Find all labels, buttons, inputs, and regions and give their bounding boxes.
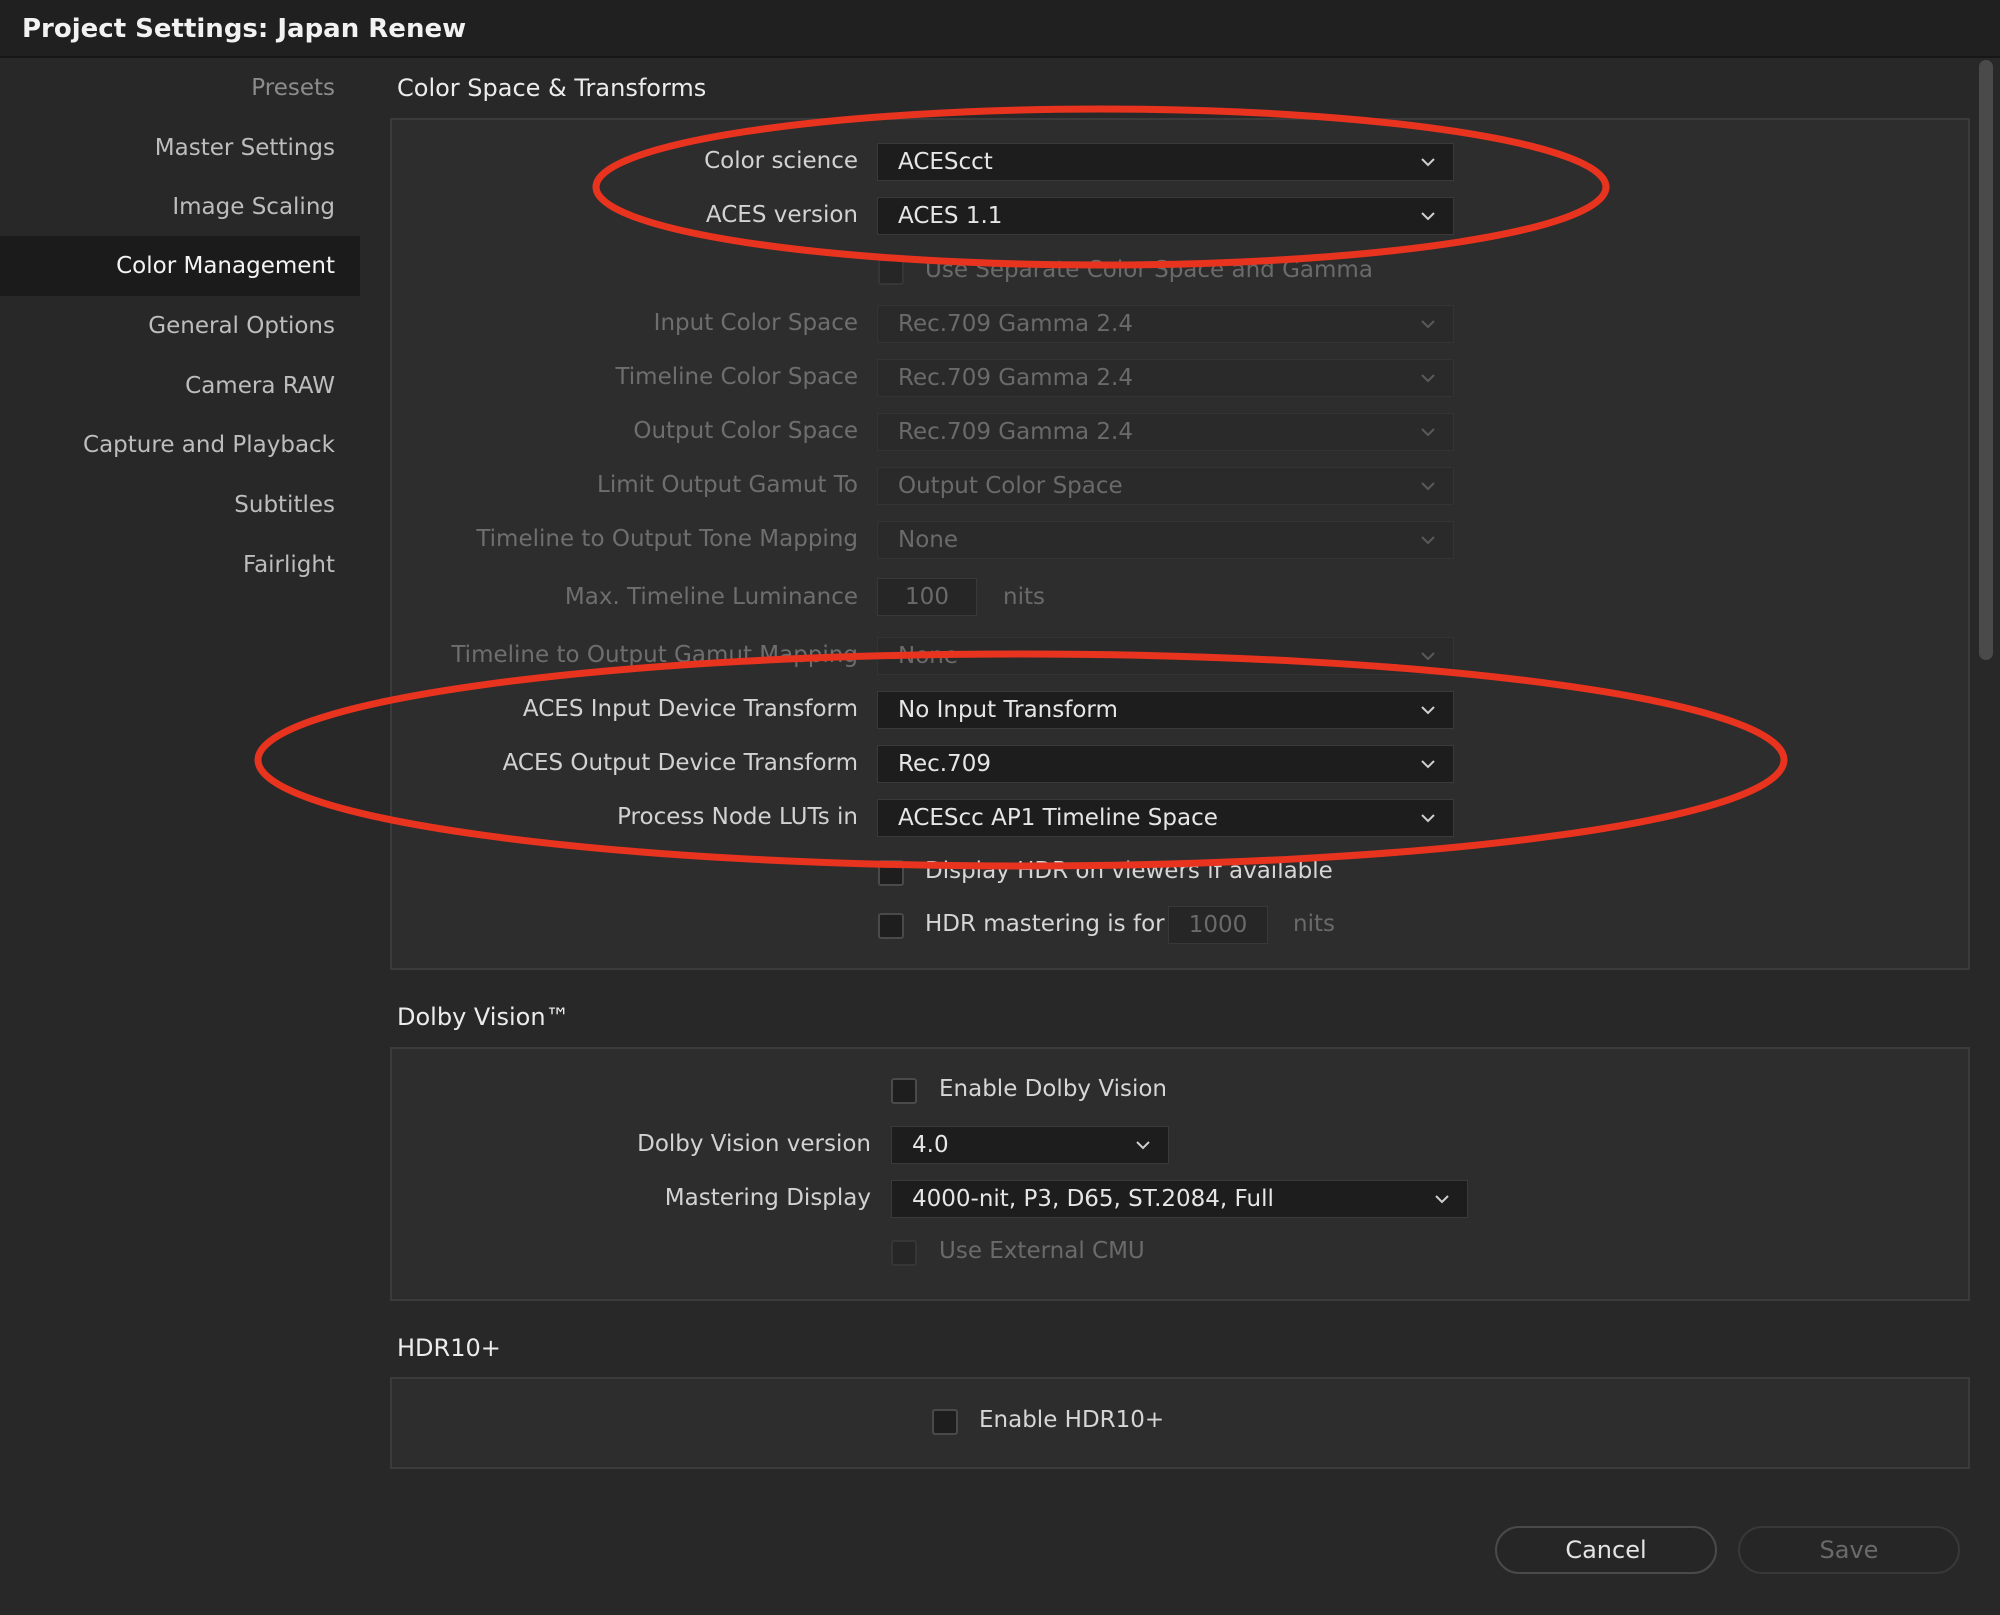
enable-hdr10-checkbox[interactable] — [932, 1409, 958, 1435]
sidebar-item-fairlight[interactable]: Fairlight — [0, 545, 335, 585]
chevron-down-icon — [1421, 536, 1435, 545]
sidebar-item-camera-raw[interactable]: Camera RAW — [0, 366, 335, 406]
scrollbar[interactable] — [1979, 60, 1993, 660]
section-title-hdr10: HDR10+ — [397, 1334, 501, 1362]
dolby-version-label: Dolby Vision version — [637, 1131, 871, 1157]
sidebar-item-subtitles[interactable]: Subtitles — [0, 485, 335, 525]
chevron-down-icon — [1421, 158, 1435, 167]
aces-odt-label: ACES Output Device Transform — [502, 750, 858, 776]
gamut-mapping-value: None — [898, 643, 959, 669]
chevron-down-icon — [1421, 482, 1435, 491]
cancel-button[interactable]: Cancel — [1495, 1526, 1717, 1574]
hdr-mastering-checkbox[interactable] — [878, 913, 904, 939]
chevron-down-icon — [1136, 1141, 1150, 1150]
chevron-down-icon — [1421, 374, 1435, 383]
sidebar-item-master-settings[interactable]: Master Settings — [0, 128, 335, 168]
process-luts-label: Process Node LUTs in — [617, 804, 858, 830]
scrollbar-thumb[interactable] — [1979, 60, 1993, 660]
tone-mapping-value: None — [898, 527, 959, 553]
process-luts-value: ACEScc AP1 Timeline Space — [898, 805, 1218, 831]
hdr-mastering-input: 1000 — [1168, 906, 1268, 944]
sidebar-item-presets[interactable]: Presets — [0, 68, 335, 108]
limit-gamut-value: Output Color Space — [898, 473, 1123, 499]
input-color-space-value: Rec.709 Gamma 2.4 — [898, 311, 1133, 337]
aces-idt-value: No Input Transform — [898, 697, 1118, 723]
aces-odt-value: Rec.709 — [898, 751, 991, 777]
gamut-mapping-label: Timeline to Output Gamut Mapping — [451, 642, 858, 668]
external-cmu-checkbox — [891, 1240, 917, 1266]
aces-odt-dropdown[interactable]: Rec.709 — [877, 745, 1454, 783]
chevron-down-icon — [1421, 814, 1435, 823]
hdr-mastering-unit: nits — [1293, 911, 1335, 937]
chevron-down-icon — [1421, 428, 1435, 437]
display-hdr-label: Display HDR on viewers if available — [925, 858, 1333, 884]
gamut-mapping-dropdown: None — [877, 637, 1454, 675]
enable-dolby-label: Enable Dolby Vision — [939, 1076, 1167, 1102]
enable-dolby-checkbox[interactable] — [891, 1078, 917, 1104]
section-title-color-space: Color Space & Transforms — [397, 74, 707, 102]
limit-gamut-dropdown: Output Color Space — [877, 467, 1454, 505]
window-title: Project Settings: Japan Renew — [22, 14, 467, 44]
timeline-color-space-value: Rec.709 Gamma 2.4 — [898, 365, 1133, 391]
color-science-label: Color science — [704, 148, 858, 174]
output-color-space-label: Output Color Space — [633, 418, 858, 444]
mastering-display-value: 4000-nit, P3, D65, ST.2084, Full — [912, 1186, 1274, 1212]
output-color-space-value: Rec.709 Gamma 2.4 — [898, 419, 1133, 445]
aces-version-dropdown[interactable]: ACES 1.1 — [877, 197, 1454, 235]
chevron-down-icon — [1421, 760, 1435, 769]
section-title-dolby: Dolby Vision™ — [397, 1003, 570, 1031]
dolby-version-value: 4.0 — [912, 1132, 949, 1158]
aces-version-label: ACES version — [705, 202, 858, 228]
max-luminance-label: Max. Timeline Luminance — [564, 584, 858, 610]
timeline-color-space-dropdown: Rec.709 Gamma 2.4 — [877, 359, 1454, 397]
save-button: Save — [1738, 1526, 1960, 1574]
max-luminance-input: 100 — [877, 578, 977, 616]
enable-hdr10-label: Enable HDR10+ — [979, 1407, 1165, 1433]
mastering-display-dropdown[interactable]: 4000-nit, P3, D65, ST.2084, Full — [891, 1180, 1468, 1218]
hdr10-panel — [390, 1377, 1970, 1469]
tone-mapping-label: Timeline to Output Tone Mapping — [476, 526, 858, 552]
dolby-version-dropdown[interactable]: 4.0 — [891, 1126, 1169, 1164]
chevron-down-icon — [1421, 320, 1435, 329]
max-luminance-unit: nits — [1003, 584, 1045, 610]
separate-gamma-label: Use Separate Color Space and Gamma — [925, 257, 1373, 283]
dolby-panel — [390, 1047, 1970, 1301]
mastering-display-label: Mastering Display — [664, 1185, 871, 1211]
display-hdr-checkbox[interactable] — [878, 860, 904, 886]
color-science-dropdown[interactable]: ACEScct — [877, 143, 1454, 181]
chevron-down-icon — [1435, 1195, 1449, 1204]
input-color-space-label: Input Color Space — [653, 310, 858, 336]
sidebar-item-general-options[interactable]: General Options — [0, 306, 335, 346]
output-color-space-dropdown: Rec.709 Gamma 2.4 — [877, 413, 1454, 451]
chevron-down-icon — [1421, 706, 1435, 715]
hdr-mastering-label: HDR mastering is for — [925, 911, 1165, 937]
separate-gamma-checkbox — [878, 259, 904, 285]
color-science-value: ACEScct — [898, 149, 993, 175]
process-luts-dropdown[interactable]: ACEScc AP1 Timeline Space — [877, 799, 1454, 837]
chevron-down-icon — [1421, 212, 1435, 221]
external-cmu-label: Use External CMU — [939, 1238, 1145, 1264]
aces-version-value: ACES 1.1 — [898, 203, 1003, 229]
timeline-color-space-label: Timeline Color Space — [615, 364, 858, 390]
tone-mapping-dropdown: None — [877, 521, 1454, 559]
sidebar-item-image-scaling[interactable]: Image Scaling — [0, 187, 335, 227]
sidebar-item-color-management[interactable]: Color Management — [0, 236, 360, 296]
title-bar: Project Settings: Japan Renew — [0, 0, 2000, 58]
aces-idt-dropdown[interactable]: No Input Transform — [877, 691, 1454, 729]
limit-gamut-label: Limit Output Gamut To — [597, 472, 858, 498]
aces-idt-label: ACES Input Device Transform — [522, 696, 858, 722]
chevron-down-icon — [1421, 652, 1435, 661]
input-color-space-dropdown: Rec.709 Gamma 2.4 — [877, 305, 1454, 343]
sidebar-item-capture-playback[interactable]: Capture and Playback — [0, 425, 335, 465]
